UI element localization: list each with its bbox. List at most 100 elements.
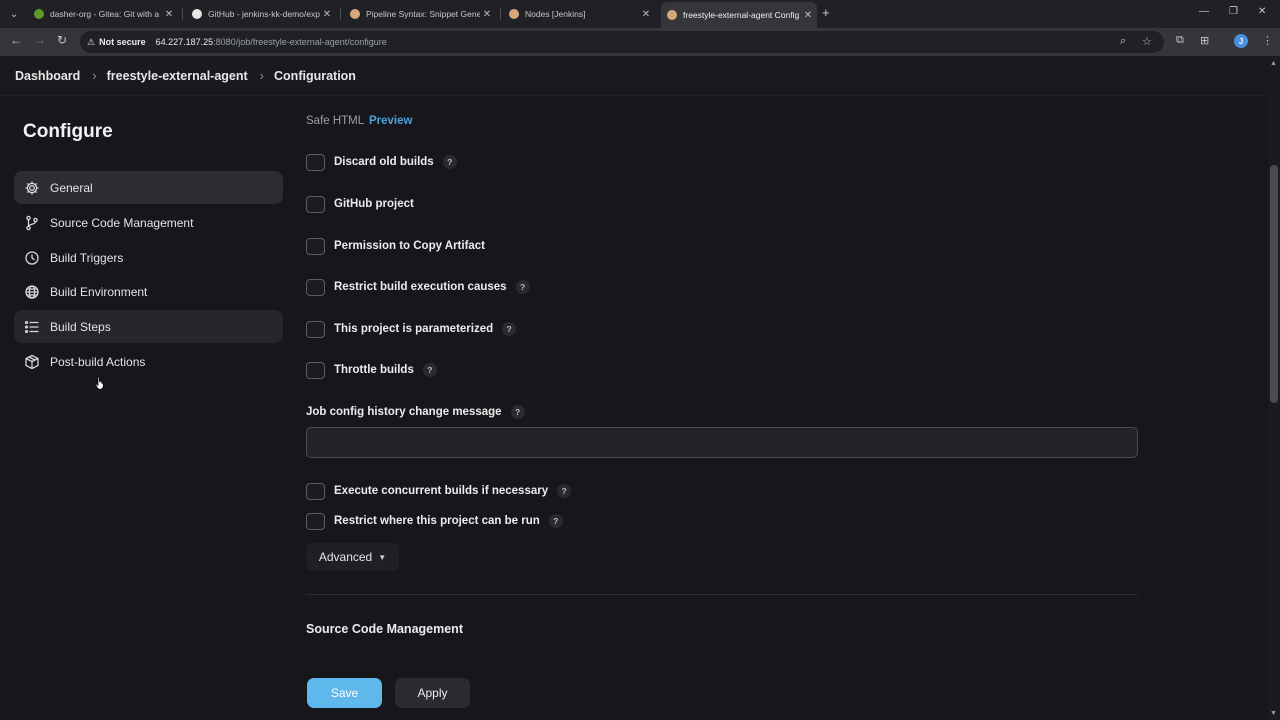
github-project-option: GitHub project (306, 195, 414, 213)
tab-separator (500, 8, 501, 20)
help-icon[interactable]: ? (442, 155, 457, 169)
clock-icon (23, 249, 41, 267)
close-tab-icon[interactable]: ✕ (480, 9, 494, 20)
sidebar-item-build-triggers[interactable]: Build Triggers (14, 241, 283, 274)
help-icon[interactable]: ? (515, 280, 530, 294)
option-label[interactable]: Throttle builds (334, 364, 414, 376)
sidebar-item-label: Build Triggers (50, 250, 124, 265)
address-bar[interactable]: ⚠ Not secure 64.227.187.25:8080/job/free… (80, 31, 1164, 53)
window-close-icon[interactable]: ✕ (1258, 6, 1266, 17)
back-icon[interactable]: ← (10, 33, 22, 47)
discard-old-builds-checkbox[interactable] (306, 153, 325, 171)
section-title-source-code-management: Source Code Management (306, 622, 463, 636)
scroll-down-icon[interactable]: ▼ (1270, 710, 1277, 717)
option-label[interactable]: GitHub project (334, 198, 414, 210)
option-label[interactable]: Permission to Copy Artifact (334, 240, 485, 252)
help-icon[interactable]: ? (557, 484, 572, 498)
browser-tab-pipeline-syntax[interactable]: Pipeline Syntax: Snippet Genera ✕ (344, 4, 496, 24)
concurrent-builds-checkbox[interactable] (306, 482, 325, 500)
apply-button[interactable]: Apply (395, 678, 470, 708)
branch-icon (23, 214, 41, 232)
close-tab-icon[interactable]: ✕ (639, 9, 653, 20)
close-tab-icon[interactable]: ✕ (162, 9, 176, 20)
option-label[interactable]: This project is parameterized (334, 323, 493, 335)
safe-html-label: Safe HTML (306, 115, 365, 127)
sidebar-item-label: Build Environment (50, 284, 148, 299)
github-project-checkbox[interactable] (306, 195, 325, 213)
extension-icon[interactable]: ⧉ (1176, 34, 1184, 47)
tab-separator (182, 8, 183, 20)
permission-copy-artifact-checkbox[interactable] (306, 237, 325, 255)
concurrent-builds-option: Execute concurrent builds if necessary ? (306, 482, 572, 500)
restrict-where-run-checkbox[interactable] (306, 512, 325, 530)
scrollbar-thumb[interactable] (1270, 165, 1278, 403)
job-config-history-label: Job config history change message ? (306, 405, 525, 419)
breadcrumb: Dashboard › freestyle-external-agent › C… (0, 56, 1268, 96)
browser-menu-icon[interactable]: ⋮ (1262, 34, 1273, 47)
preview-link[interactable]: Preview (369, 115, 412, 127)
forward-icon[interactable]: → (34, 33, 46, 47)
browser-tab-configure[interactable]: freestyle-external-agent Config ✕ (661, 2, 817, 28)
save-button[interactable]: Save (307, 678, 382, 708)
new-tab-icon[interactable]: + (822, 5, 830, 20)
throttle-builds-option: Throttle builds ? (306, 361, 437, 379)
restrict-where-run-option: Restrict where this project can be run ? (306, 512, 563, 530)
help-icon[interactable]: ? (422, 363, 437, 377)
option-label[interactable]: Discard old builds (334, 156, 434, 168)
option-label[interactable]: Restrict where this project can be run (334, 515, 540, 527)
scroll-up-icon[interactable]: ▲ (1270, 60, 1277, 67)
sidebar-item-general[interactable]: General (14, 171, 283, 204)
breadcrumb-dashboard[interactable]: Dashboard (15, 69, 80, 83)
help-icon[interactable]: ? (510, 405, 525, 419)
breadcrumb-configuration[interactable]: Configuration (274, 69, 356, 83)
sidebar-item-build-environment[interactable]: Build Environment (14, 275, 283, 308)
sidebar-item-label: Build Steps (50, 319, 111, 334)
breadcrumb-job[interactable]: freestyle-external-agent (107, 69, 248, 83)
browser-tab-github[interactable]: GitHub - jenkins-kk-demo/expl ✕ (186, 4, 336, 24)
not-secure-indicator[interactable]: ⚠ Not secure (87, 37, 146, 48)
tab-search-chevron-icon[interactable]: ⌄ (2, 4, 26, 24)
chevron-right-icon: › (92, 68, 97, 83)
close-tab-icon[interactable]: ✕ (320, 9, 334, 20)
chevron-down-icon: ▼ (378, 552, 387, 562)
restrict-build-execution-causes-checkbox[interactable] (306, 278, 325, 296)
advanced-button[interactable]: Advanced ▼ (306, 543, 399, 571)
gear-icon (23, 179, 41, 197)
sidebar-item-build-steps[interactable]: Build Steps (14, 310, 283, 343)
list-icon (23, 318, 41, 336)
parameterized-checkbox[interactable] (306, 320, 325, 338)
help-icon[interactable]: ? (548, 514, 563, 528)
option-label[interactable]: Restrict build execution causes (334, 281, 507, 293)
jenkins-favicon-icon (509, 9, 519, 19)
jenkins-favicon-icon (350, 9, 360, 19)
gitea-favicon-icon (34, 9, 44, 19)
warning-icon: ⚠ (87, 36, 96, 47)
discard-old-builds-option: Discard old builds ? (306, 153, 457, 171)
chevron-right-icon: › (259, 68, 265, 83)
extensions-puzzle-icon[interactable]: ⊞ (1200, 34, 1209, 47)
restrict-build-execution-causes-option: Restrict build execution causes ? (306, 278, 530, 296)
sidebar-item-label: Post-build Actions (50, 354, 146, 369)
pointer-cursor-icon (95, 376, 104, 390)
sidebar-item-post-build-actions[interactable]: Post-build Actions (14, 345, 283, 378)
throttle-builds-checkbox[interactable] (306, 361, 325, 379)
section-divider (306, 594, 1138, 595)
sidebar-item-label: Source Code Management (50, 215, 194, 230)
sidebar-item-source-code-management[interactable]: Source Code Management (14, 206, 283, 239)
browser-tab-gitea[interactable]: dasher-org - Gitea: Git with a cu ✕ (28, 4, 178, 24)
minimize-icon[interactable]: — (1199, 6, 1209, 17)
bottom-bar-fade (0, 660, 1268, 720)
option-label[interactable]: Execute concurrent builds if necessary (334, 485, 548, 497)
zoom-icon[interactable]: ⌕ (1120, 35, 1126, 48)
help-icon[interactable]: ? (502, 322, 517, 336)
restore-icon[interactable]: ❐ (1229, 6, 1238, 17)
reload-icon[interactable]: ↻ (57, 33, 67, 47)
browser-tab-nodes[interactable]: Nodes [Jenkins] ✕ (503, 4, 655, 24)
globe-icon (23, 283, 41, 301)
job-config-history-input[interactable] (306, 427, 1138, 458)
profile-avatar[interactable]: J (1234, 34, 1248, 48)
close-tab-icon[interactable]: ✕ (801, 10, 815, 21)
bookmark-star-icon[interactable]: ☆ (1142, 35, 1152, 48)
tab-separator (340, 8, 341, 20)
permission-copy-artifact-option: Permission to Copy Artifact (306, 237, 485, 255)
